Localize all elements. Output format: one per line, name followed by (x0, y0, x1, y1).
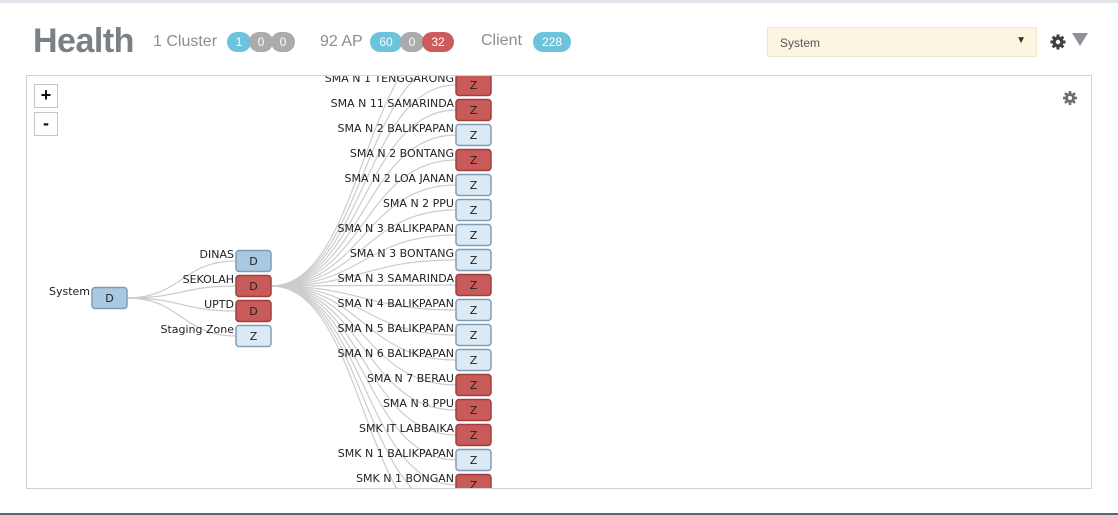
ap-count-ok[interactable]: 60 (370, 32, 402, 52)
node-box-letter: Z (470, 304, 478, 317)
node-label: SMA N 2 BALIKPAPAN (337, 122, 454, 135)
filter-triangle-icon[interactable] (1072, 33, 1088, 46)
node-box-letter: Z (470, 254, 478, 267)
gear-icon[interactable] (1049, 33, 1067, 51)
node-box-letter: Z (470, 479, 478, 489)
node-label: SMA N 3 BONTANG (350, 247, 454, 260)
node-label: SMA N 3 SAMARINDA (338, 272, 455, 285)
page-title: Health (33, 22, 134, 60)
node-box-letter: Z (470, 354, 478, 367)
node-label: System (49, 285, 90, 298)
cluster-count-ok[interactable]: 1 (227, 32, 251, 52)
node-box-letter: Z (470, 379, 478, 392)
node-sma-n-4-balikpapan[interactable]: Z SMA N 4 BALIKPAPAN (337, 297, 492, 322)
chevron-down-icon: ▼ (1016, 35, 1026, 46)
node-sma-n-3-samarinda[interactable]: Z SMA N 3 SAMARINDA (338, 272, 492, 297)
gear-icon[interactable] (1061, 89, 1079, 107)
node-box-letter: Z (470, 229, 478, 242)
node-system[interactable]: D System (49, 285, 128, 310)
node-label: SMA N 4 BALIKPAPAN (337, 297, 454, 310)
node-sma-n-2-ppu[interactable]: Z SMA N 2 PPU (383, 197, 492, 222)
node-label: SMA N 1 TENGGARONG (325, 76, 454, 85)
node-box-letter: Z (470, 179, 478, 192)
cluster-label: 1 Cluster (153, 33, 218, 50)
topology-panel: D System D DINAS D SEKOLAH D UPTD Z Staging Zone Z… (26, 75, 1092, 489)
system-select[interactable]: System ▼ (767, 27, 1037, 57)
node-sma-n-3-bontang[interactable]: Z SMA N 3 BONTANG (350, 247, 492, 272)
node-label: SMA N 5 BALIKPAPAN (337, 322, 454, 335)
node-label: SMA N 3 BALIKPAPAN (337, 222, 454, 235)
ap-counts: 60 0 32 (370, 32, 454, 52)
node-sma-n-7-berau[interactable]: Z SMA N 7 BERAU (367, 372, 492, 397)
cluster-count-critical[interactable]: 0 (271, 32, 295, 52)
cluster-counts: 1 0 0 (227, 32, 295, 52)
node-label: SMK N 1 BALIKPAPAN (338, 447, 454, 460)
node-box-letter: Z (470, 279, 478, 292)
ap-count-critical[interactable]: 32 (422, 32, 454, 52)
node-label: SMA N 2 PPU (383, 197, 454, 210)
health-header: Health 1 Cluster 1 0 0 92 AP 60 0 32 Cli… (0, 0, 1118, 75)
zoom-in-button[interactable]: + (34, 84, 58, 108)
node-sekolah[interactable]: D SEKOLAH (183, 273, 272, 298)
node-box-letter: Z (250, 330, 258, 343)
node-box-letter: Z (470, 329, 478, 342)
zoom-out-button[interactable]: - (34, 112, 58, 136)
node-box-letter: D (249, 280, 257, 293)
node-box-letter: Z (470, 79, 478, 92)
node-label: SMA N 6 BALIKPAPAN (337, 347, 454, 360)
node-uptd[interactable]: D UPTD (204, 298, 272, 323)
ap-count-warning[interactable]: 0 (400, 32, 424, 52)
node-sma-n-11-samarinda[interactable]: Z SMA N 11 SAMARINDA (331, 97, 492, 122)
node-staging-zone[interactable]: Z Staging Zone (160, 323, 272, 348)
node-label: SMK IT LABBAIKA (359, 422, 454, 435)
node-sma-n-3-balikpapan[interactable]: Z SMA N 3 BALIKPAPAN (337, 222, 492, 247)
node-label: SMK N 1 BONGAN (356, 472, 454, 485)
node-label: DINAS (200, 248, 234, 261)
client-counts: 228 (533, 32, 571, 52)
topology-tree[interactable]: DSystemDDINASDSEKOLAHDUPTDZStaging ZoneZ… (27, 76, 1092, 489)
node-label: SEKOLAH (183, 273, 234, 286)
node-box-letter: Z (470, 104, 478, 117)
client-count[interactable]: 228 (533, 32, 571, 52)
node-box-letter: Z (470, 204, 478, 217)
node-box-letter: Z (470, 454, 478, 467)
node-label: SMA N 2 LOA JANAN (345, 172, 455, 185)
node-label: UPTD (204, 298, 234, 311)
node-box-letter: Z (470, 154, 478, 167)
node-dinas[interactable]: D DINAS (200, 248, 272, 273)
node-box-letter: D (249, 305, 257, 318)
node-sma-n-8-ppu[interactable]: Z SMA N 8 PPU (383, 397, 492, 422)
cluster-count-warning[interactable]: 0 (249, 32, 273, 52)
node-sma-n-5-balikpapan[interactable]: Z SMA N 5 BALIKPAPAN (337, 322, 492, 347)
node-box-letter: D (249, 255, 257, 268)
client-label: Client (481, 32, 522, 49)
node-label: SMA N 2 BONTANG (350, 147, 454, 160)
node-label: Staging Zone (160, 323, 234, 336)
node-label: SMA N 7 BERAU (367, 372, 454, 385)
node-label: SMA N 8 PPU (383, 397, 454, 410)
node-label: SMA N 11 SAMARINDA (331, 97, 455, 110)
node-smk-it-labbaika[interactable]: Z SMK IT LABBAIKA (359, 422, 492, 447)
node-sma-n-2-balikpapan[interactable]: Z SMA N 2 BALIKPAPAN (337, 122, 492, 147)
node-box-letter: Z (470, 429, 478, 442)
node-smk-n-1-bongan[interactable]: Z SMK N 1 BONGAN (356, 472, 492, 489)
ap-label: 92 AP (320, 33, 363, 50)
node-smk-n-1-balikpapan[interactable]: Z SMK N 1 BALIKPAPAN (338, 447, 492, 472)
node-box-letter: D (105, 292, 113, 305)
node-box-letter: Z (470, 404, 478, 417)
tree-nodes: DSystemDDINASDSEKOLAHDUPTDZStaging ZoneZ… (49, 76, 492, 489)
node-box-letter: Z (470, 129, 478, 142)
system-select-value: System (780, 36, 821, 50)
